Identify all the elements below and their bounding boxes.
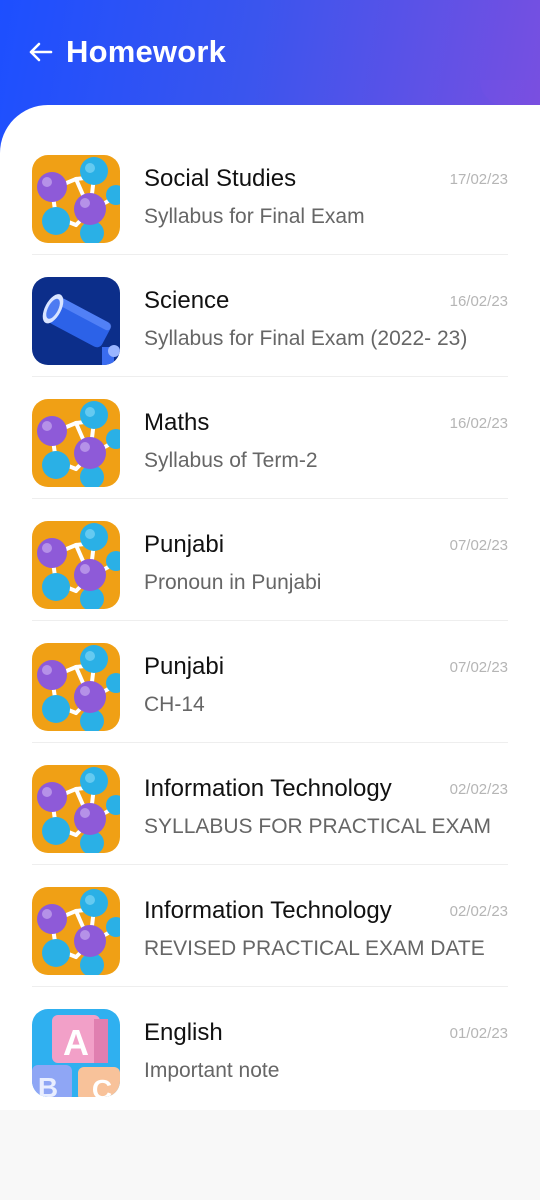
homework-date: 07/02/23 [449,659,508,676]
molecule-icon [32,399,120,487]
homework-date: 01/02/23 [449,1025,508,1042]
homework-list-item[interactable]: Information Technology 02/02/23 REVISED PR… [32,865,508,987]
homework-description: Syllabus for Final Exam (2022- 23) [144,327,468,350]
arrow-left-icon[interactable] [28,39,54,65]
homework-subject: English [144,1019,223,1046]
homework-screen: Homework Social Studies 17/02/23 Syllabus … [0,0,540,1200]
homework-description: REVISED PRACTICAL EXAM DATE [144,937,485,960]
svg-text:C: C [92,1074,112,1097]
homework-subject: Social Studies [144,165,297,192]
homework-list-item[interactable]: Social Studies 17/02/23 Syllabus for Final… [32,133,508,255]
homework-description: CH-14 [144,693,205,716]
molecule-icon [32,521,120,609]
homework-subject: Maths [144,409,210,436]
homework-date: 17/02/23 [449,171,508,188]
telescope-icon [32,277,120,365]
homework-list-item[interactable]: Information Technology 02/02/23 SYLLABUS F… [32,743,508,865]
homework-date: 07/02/23 [449,537,508,554]
homework-subject: Punjabi [144,531,225,558]
header-row: Homework [28,30,226,74]
molecule-icon [32,155,120,243]
molecule-icon [32,643,120,731]
homework-description: Syllabus for Final Exam [144,205,365,228]
homework-description: SYLLABUS FOR PRACTICAL EXAM [144,815,491,838]
homework-description: Syllabus of Term-2 [144,449,318,472]
homework-description: Pronoun in Punjabi [144,571,322,594]
homework-subject: Information Technology [144,897,392,924]
abc-blocks-icon: A B C [32,1009,120,1097]
homework-list-item[interactable]: Punjabi 07/02/23 Pronoun in Punjabi [32,499,508,621]
homework-list-panel: Social Studies 17/02/23 Syllabus for Final… [0,105,540,1110]
homework-date: 02/02/23 [449,781,508,798]
svg-text:A: A [63,1022,89,1063]
homework-subject: Punjabi [144,653,225,680]
homework-list-item[interactable]: Punjabi 07/02/23 CH-14 [32,621,508,743]
homework-description: Important note [144,1059,280,1082]
molecule-icon [32,887,120,975]
homework-date: 02/02/23 [449,903,508,920]
homework-date: 16/02/23 [449,293,508,310]
homework-subject: Information Technology [144,775,392,802]
homework-subject: Science [144,287,230,314]
page-title: Homework [66,34,227,69]
homework-list-item[interactable]: Science 16/02/23 Syllabus for Final Exam (… [32,255,508,377]
homework-list-item[interactable]: A B C English 01/02/23 Important note [32,987,508,1109]
homework-date: 16/02/23 [449,415,508,432]
homework-list: Social Studies 17/02/23 Syllabus for Final… [32,133,508,1109]
svg-text:B: B [38,1072,58,1097]
molecule-icon [32,765,120,853]
homework-list-item[interactable]: Maths 16/02/23 Syllabus of Term-2 [32,377,508,499]
